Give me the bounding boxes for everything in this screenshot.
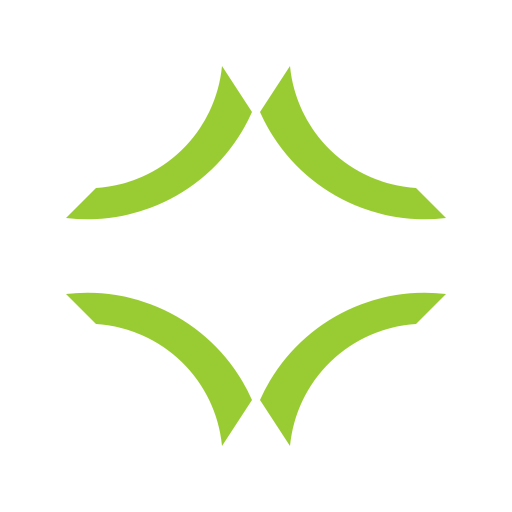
logo-arc-bottom-right	[260, 292, 446, 446]
logo-arc-bottom-left	[66, 292, 252, 446]
logo-arc-top-right	[260, 66, 446, 220]
logo-arc-top-left	[66, 66, 252, 220]
four-arcs-logo-icon	[66, 66, 446, 446]
logo-canvas	[0, 0, 512, 512]
